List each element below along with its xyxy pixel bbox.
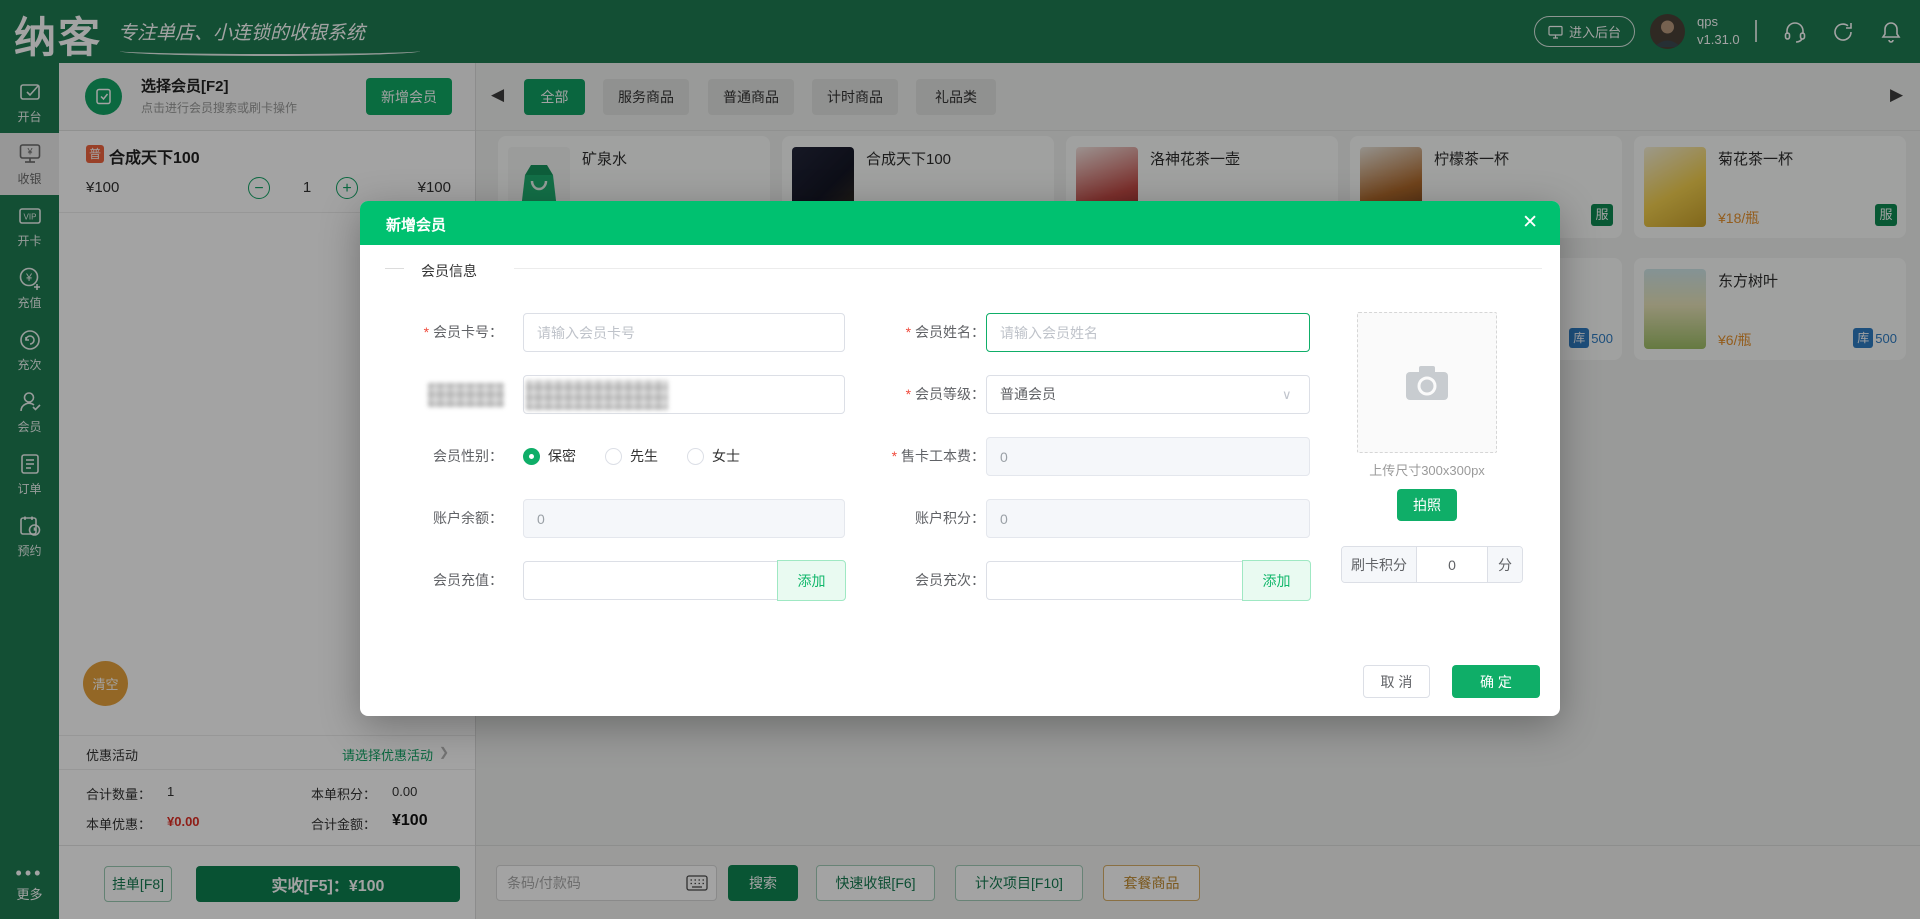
swipe-points-value[interactable]: 0 [1417,547,1487,582]
pos-screen: 纳客 专注单店、小连锁的收银系统 进入后台 qps v1.31.0 开台 ¥ 收… [0,0,1920,919]
chevron-down-icon: ∨ [1282,387,1292,402]
section-dash [385,268,404,269]
redacted-field-value [526,380,668,410]
gender-option-label[interactable]: 女士 [712,448,740,465]
take-photo-button[interactable]: 拍照 [1397,489,1457,521]
redacted-field-label [428,383,504,407]
card-fee-input[interactable] [986,437,1310,476]
add-member-modal: 新增会员 ✕ 会员信息 会员卡号： 会员姓名： 会员等级： 普通会员 ∨ 会员性… [360,201,1560,716]
confirm-button[interactable]: 确 定 [1452,665,1540,698]
account-points-input[interactable] [986,499,1310,538]
close-icon[interactable]: ✕ [1522,211,1538,235]
gender-radio-female[interactable] [687,448,704,465]
times-add-button[interactable]: 添加 [1242,560,1311,601]
gender-option-label[interactable]: 保密 [548,448,576,465]
gender-label: 会员性别： [433,448,503,464]
member-name-input[interactable] [986,313,1310,352]
account-points-label: 账户积分： [915,510,985,526]
recharge-times-group: 添加 [986,560,1311,601]
balance-input[interactable] [523,499,845,538]
card-number-label: 会员卡号： [353,313,503,352]
recharge-group: 添加 [523,560,846,601]
member-level-select[interactable]: 普通会员 [986,375,1310,414]
section-line [514,268,1542,269]
member-level-label: 会员等级： [835,375,985,414]
swipe-points-label: 刷卡积分 [1342,547,1417,582]
redacted-field-input[interactable] [523,375,845,414]
swipe-points-unit: 分 [1487,547,1522,582]
photo-size-hint: 上传尺寸300x300px [1369,463,1485,478]
cancel-button[interactable]: 取 消 [1363,665,1430,698]
card-number-input[interactable] [523,313,845,352]
gender-radio-secret[interactable] [523,448,540,465]
photo-upload-box[interactable] [1357,312,1497,453]
section-title: 会员信息 [421,263,477,279]
modal-header: 新增会员 ✕ [360,201,1560,245]
gender-radio-male[interactable] [605,448,622,465]
recharge-label: 会员充值： [433,572,503,588]
member-name-label: 会员姓名： [835,313,985,352]
gender-option-label[interactable]: 先生 [630,448,658,465]
card-fee-label: 售卡工本费： [835,437,985,476]
recharge-times-label: 会员充次： [915,572,985,588]
modal-title: 新增会员 [386,217,447,234]
balance-label: 账户余额： [433,510,503,526]
camera-icon [1406,365,1448,400]
swipe-points-group: 刷卡积分 0 分 [1341,546,1523,583]
